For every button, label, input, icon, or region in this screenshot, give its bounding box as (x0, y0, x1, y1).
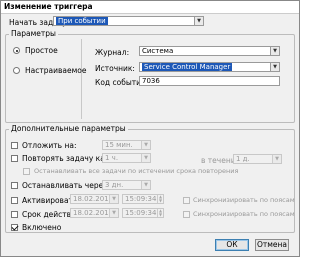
activate-date-value: 18.02.2018 (73, 195, 114, 203)
params-group-title: Параметры (9, 29, 58, 38)
repeat-checkbox[interactable] (11, 155, 18, 162)
chevron-down-icon[interactable]: ▼ (270, 63, 279, 71)
radio-simple-label: Простое (25, 46, 58, 55)
spinner-icon[interactable]: ▲ ▼ (157, 209, 163, 217)
journal-select[interactable]: Система ▼ (139, 46, 280, 56)
window-title: Изменение триггера (1, 1, 299, 14)
enabled-checkbox[interactable] (11, 224, 18, 231)
source-value: Service Control Manager (142, 63, 233, 71)
journal-value: Система (142, 47, 174, 55)
expire-time-input[interactable]: 15:09:34 ▲ ▼ (122, 208, 164, 218)
calendar-dropdown-icon[interactable]: ▼ (109, 209, 118, 217)
source-label: Источник: (95, 64, 135, 73)
expire-date-value: 18.02.2019 (73, 209, 114, 217)
sync-zones-2-checkbox[interactable] (183, 211, 190, 218)
activate-checkbox[interactable] (11, 197, 18, 204)
task-start-select[interactable]: При событии ▼ (53, 16, 204, 26)
delay-checkbox[interactable] (11, 142, 18, 149)
during-value: 1 д. (236, 155, 250, 163)
source-select[interactable]: Service Control Manager ▼ (139, 62, 280, 72)
chevron-down-icon[interactable]: ▼ (141, 181, 150, 189)
sync-zones-1-label: Синхронизировать по поясам (193, 196, 295, 204)
repeat-select[interactable]: 1 ч. ▼ (102, 153, 151, 163)
journal-label: Журнал: (95, 48, 130, 57)
expire-time-value: 15:09:34 (125, 209, 157, 217)
stop-all-checkbox[interactable] (23, 168, 30, 175)
delay-select[interactable]: 15 мин. ▼ (102, 140, 151, 150)
activate-time-input[interactable]: 15:09:34 ▲ ▼ (122, 194, 164, 204)
stop-after-label: Останавливать через: (22, 181, 110, 190)
repeat-value: 1 ч. (105, 154, 119, 162)
extra-group-title: Дополнительные параметры (9, 124, 128, 133)
sync-zones-1-checkbox[interactable] (183, 197, 190, 204)
event-code-input[interactable]: 7036 (139, 76, 280, 86)
stop-after-checkbox[interactable] (11, 182, 18, 189)
activate-date-input[interactable]: 18.02.2018 ▼ (70, 194, 119, 204)
sync-zones-2-label: Синхронизировать по поясам (193, 210, 295, 218)
ok-button[interactable]: ОК (215, 239, 249, 251)
during-select[interactable]: 1 д. ▼ (233, 154, 282, 164)
radio-custom[interactable] (13, 67, 20, 74)
expire-date-input[interactable]: 18.02.2019 ▼ (70, 208, 119, 218)
task-start-value: При событии (56, 17, 108, 25)
stop-all-label: Останавливать все задачи по истечении ср… (34, 167, 239, 175)
expire-checkbox[interactable] (11, 211, 18, 218)
stop-after-select[interactable]: 3 дн. ▼ (102, 180, 151, 190)
chevron-down-icon[interactable]: ▼ (141, 154, 150, 162)
calendar-dropdown-icon[interactable]: ▼ (109, 195, 118, 203)
chevron-down-icon[interactable]: ▼ (194, 17, 203, 25)
delay-value: 15 мин. (105, 141, 133, 149)
radio-custom-label: Настраиваемое (25, 66, 87, 75)
enabled-label: Включено (22, 223, 62, 232)
radio-simple[interactable] (13, 47, 20, 54)
stop-after-value: 3 дн. (105, 181, 124, 189)
trigger-dialog: Изменение триггера Начать задачу: При со… (0, 0, 300, 257)
params-divider (81, 39, 82, 119)
cancel-button[interactable]: Отмена (255, 239, 289, 251)
chevron-down-icon[interactable]: ▼ (141, 141, 150, 149)
chevron-down-icon[interactable]: ▼ (270, 47, 279, 55)
delay-label: Отложить на: (22, 141, 77, 150)
activate-time-value: 15:09:34 (125, 195, 157, 203)
chevron-down-icon[interactable]: ▼ (272, 155, 281, 163)
spinner-icon[interactable]: ▲ ▼ (157, 195, 163, 203)
